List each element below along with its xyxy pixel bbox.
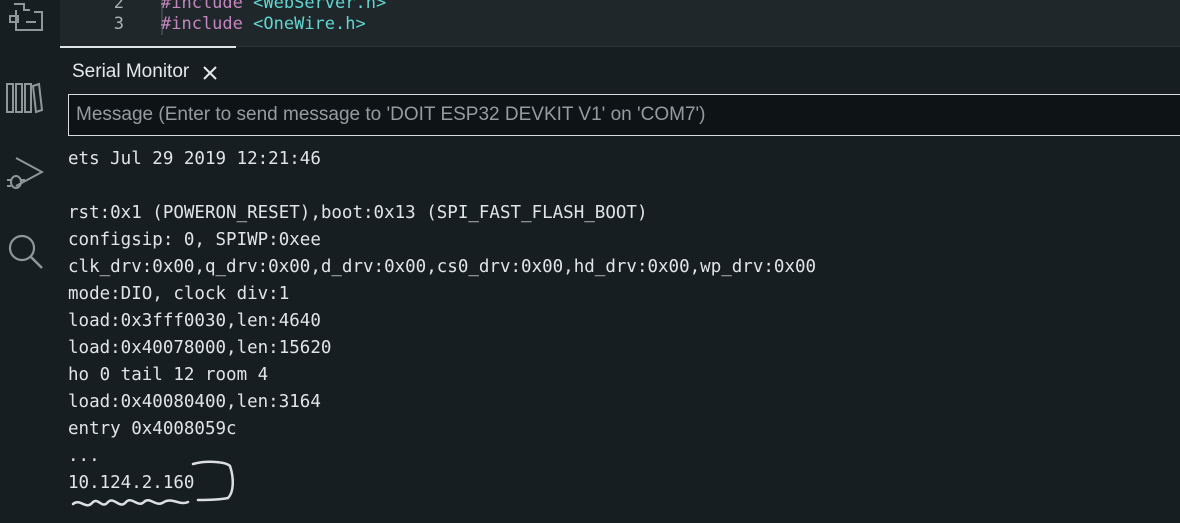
line-number: 3 [113,14,124,34]
serial-output-line [68,173,1168,200]
serial-output-line: ho 0 tail 12 room 4 [68,365,269,385]
serial-output-line: load:0x40078000,len:15620 [68,338,332,358]
include-target: <WebServer.h> [253,0,387,13]
serial-monitor-panel: Serial Monitor ets Jul 29 2019 12:21:46 r… [60,46,1180,523]
serial-output-line: entry 0x4008059c [68,419,237,439]
code-editor[interactable]: 2 #include <WebServer.h> 3 #include <One… [60,0,1180,46]
code-line: 2 #include <WebServer.h> [60,0,1180,14]
serial-output-line: ets Jul 29 2019 12:21:46 [68,149,321,169]
code-text: #include <OneWire.h> [161,13,366,35]
serial-output-line: load:0x40080400,len:3164 [68,392,321,412]
serial-output-line: 10.124.2.160 [68,473,195,493]
code-text: #include <WebServer.h> [161,0,386,14]
close-icon[interactable] [203,65,217,80]
serial-output-line: load:0x3fff0030,len:4640 [68,311,321,331]
active-tab-indicator [60,46,236,48]
tab-serial-monitor[interactable]: Serial Monitor [72,58,217,86]
folder-board-icon[interactable] [4,0,44,42]
tab-label: Serial Monitor [72,61,190,82]
library-icon[interactable] [4,76,44,118]
message-input[interactable] [68,94,1180,136]
debug-icon[interactable] [4,152,44,194]
preprocessor-keyword: #include [161,14,243,34]
serial-output-line: clk_drv:0x00,q_drv:0x00,d_drv:0x00,cs0_d… [68,257,817,277]
search-icon[interactable] [4,228,44,270]
serial-output: ets Jul 29 2019 12:21:46 rst:0x1 (POWERON… [68,146,1168,497]
ide-window: 2 #include <WebServer.h> 3 #include <One… [0,0,1180,523]
line-number: 2 [113,0,124,13]
preprocessor-keyword: #include [161,0,243,13]
serial-output-line: rst:0x1 (POWERON_RESET),boot:0x13 (SPI_F… [68,203,648,223]
include-target: <OneWire.h> [253,14,366,34]
code-line: 3 #include <OneWire.h> [60,13,1180,35]
serial-output-line: ... [68,446,100,466]
serial-output-line: mode:DIO, clock div:1 [68,284,290,304]
activity-bar [0,0,60,523]
serial-output-line: configsip: 0, SPIWP:0xee [68,230,321,250]
